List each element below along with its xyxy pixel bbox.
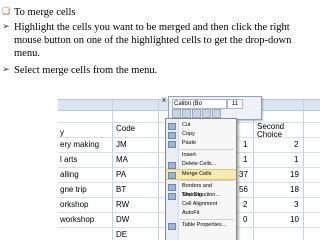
square-bullet-icon: ❑ (1, 7, 11, 17)
font-color-button[interactable] (212, 109, 221, 118)
table-cell[interactable]: MA (116, 155, 128, 164)
table-cell[interactable]: 0 (243, 215, 247, 224)
header-cell[interactable]: y (60, 128, 64, 137)
table-cell[interactable]: 18 (290, 185, 299, 194)
table-cell[interactable]: 10 (290, 215, 299, 224)
table-cell[interactable]: 1 (294, 155, 298, 164)
table-cell[interactable]: 1 (243, 155, 247, 164)
italic-button[interactable] (182, 109, 191, 118)
menu-item-merge-cells[interactable]: Merge Cells (166, 169, 236, 180)
table-cell[interactable]: 2 (294, 140, 298, 149)
table-cell[interactable]: ery making (60, 140, 99, 149)
center-button[interactable] (192, 109, 201, 118)
menu-item-cell-alignment[interactable]: Cell Alignment (166, 200, 236, 209)
menu-separator (180, 149, 234, 150)
mini-toolbar: Calibri (Bo 11 (168, 96, 262, 120)
menu-item-paste[interactable]: Paste (166, 139, 236, 148)
bullet-text: To merge cells (14, 7, 76, 18)
table-cell[interactable]: JM (116, 140, 127, 149)
table-cell[interactable]: DW (116, 215, 129, 224)
table-properties-icon (168, 223, 176, 230)
arrow-bullet-icon: ➢ (2, 65, 10, 75)
header-mark: X (162, 98, 167, 104)
menu-item-label: Insert (182, 152, 196, 158)
menu-separator (180, 219, 234, 220)
text-direction-icon (168, 193, 176, 200)
menu-item-label: Cut (182, 122, 191, 128)
menu-item-label: Cell Alignment (182, 201, 218, 207)
merge-cells-icon (168, 172, 176, 179)
table-cell[interactable]: 37 (239, 170, 248, 179)
menu-item-label: Merge Cells (182, 171, 212, 177)
menu-item-borders-shading[interactable]: Borders and Shading... (166, 182, 236, 198)
table-cell[interactable]: alling (60, 170, 79, 179)
arrow-bullet-icon: ➢ (2, 22, 10, 32)
table-screenshot: X Y ation y Code Second Choice ery makin… (58, 96, 320, 240)
table-cell[interactable]: 56 (239, 185, 248, 194)
table-cell[interactable]: workshop (60, 215, 94, 224)
font-name-box[interactable]: Calibri (Bo (172, 99, 227, 109)
menu-item-insert[interactable]: Insert (166, 151, 236, 160)
menu-item-cut[interactable]: Cut (166, 121, 236, 130)
menu-item-label: Table Properties... (182, 222, 227, 228)
table-cell[interactable]: DE (116, 230, 127, 239)
menu-item-label: AutoFit (182, 210, 200, 216)
menu-item-text-direction[interactable]: Text Direction... (166, 191, 236, 200)
menu-item-label: Text Direction... (182, 192, 220, 198)
table-cell[interactable]: BT (116, 185, 126, 194)
table-cell[interactable]: gne trip (60, 185, 87, 194)
table-cell[interactable]: 1 (243, 140, 247, 149)
delete-cells-icon (168, 162, 176, 169)
table-cell[interactable]: 3 (294, 200, 298, 209)
table-cell[interactable]: l arts (60, 155, 77, 164)
table-cell[interactable]: orkshop (60, 200, 88, 209)
menu-item-copy[interactable]: Copy (166, 130, 236, 139)
menu-item-table-properties[interactable]: Table Properties... (166, 221, 236, 230)
bullet-text: Select merge cells from the menu. (14, 65, 158, 76)
cut-icon (168, 123, 176, 130)
menu-item-label: Paste (182, 140, 197, 146)
menu-item-label: Delete Cells... (182, 161, 217, 167)
bold-button[interactable] (172, 109, 181, 118)
menu-item-autofit[interactable]: AutoFit (166, 209, 236, 218)
menu-item-delete-cells[interactable]: Delete Cells... (166, 160, 236, 169)
copy-icon (168, 132, 176, 139)
table-cell[interactable]: RW (116, 200, 129, 209)
font-size-box[interactable]: 11 (227, 99, 243, 109)
borders-icon (168, 184, 176, 191)
highlight-button[interactable] (202, 109, 211, 118)
table-cell[interactable]: PA (116, 170, 126, 179)
menu-item-label: Copy (182, 131, 195, 137)
table-cell[interactable]: 2 (243, 200, 247, 209)
bullet-text: Highlight the cells you want to be merge… (14, 22, 292, 59)
table-cell[interactable]: 19 (290, 170, 299, 179)
paste-icon (168, 141, 176, 148)
menu-separator (180, 180, 234, 181)
context-menu: Cut Copy Paste Insert Delete Cells... Me… (165, 118, 237, 240)
header-cell[interactable]: Code (116, 124, 135, 133)
